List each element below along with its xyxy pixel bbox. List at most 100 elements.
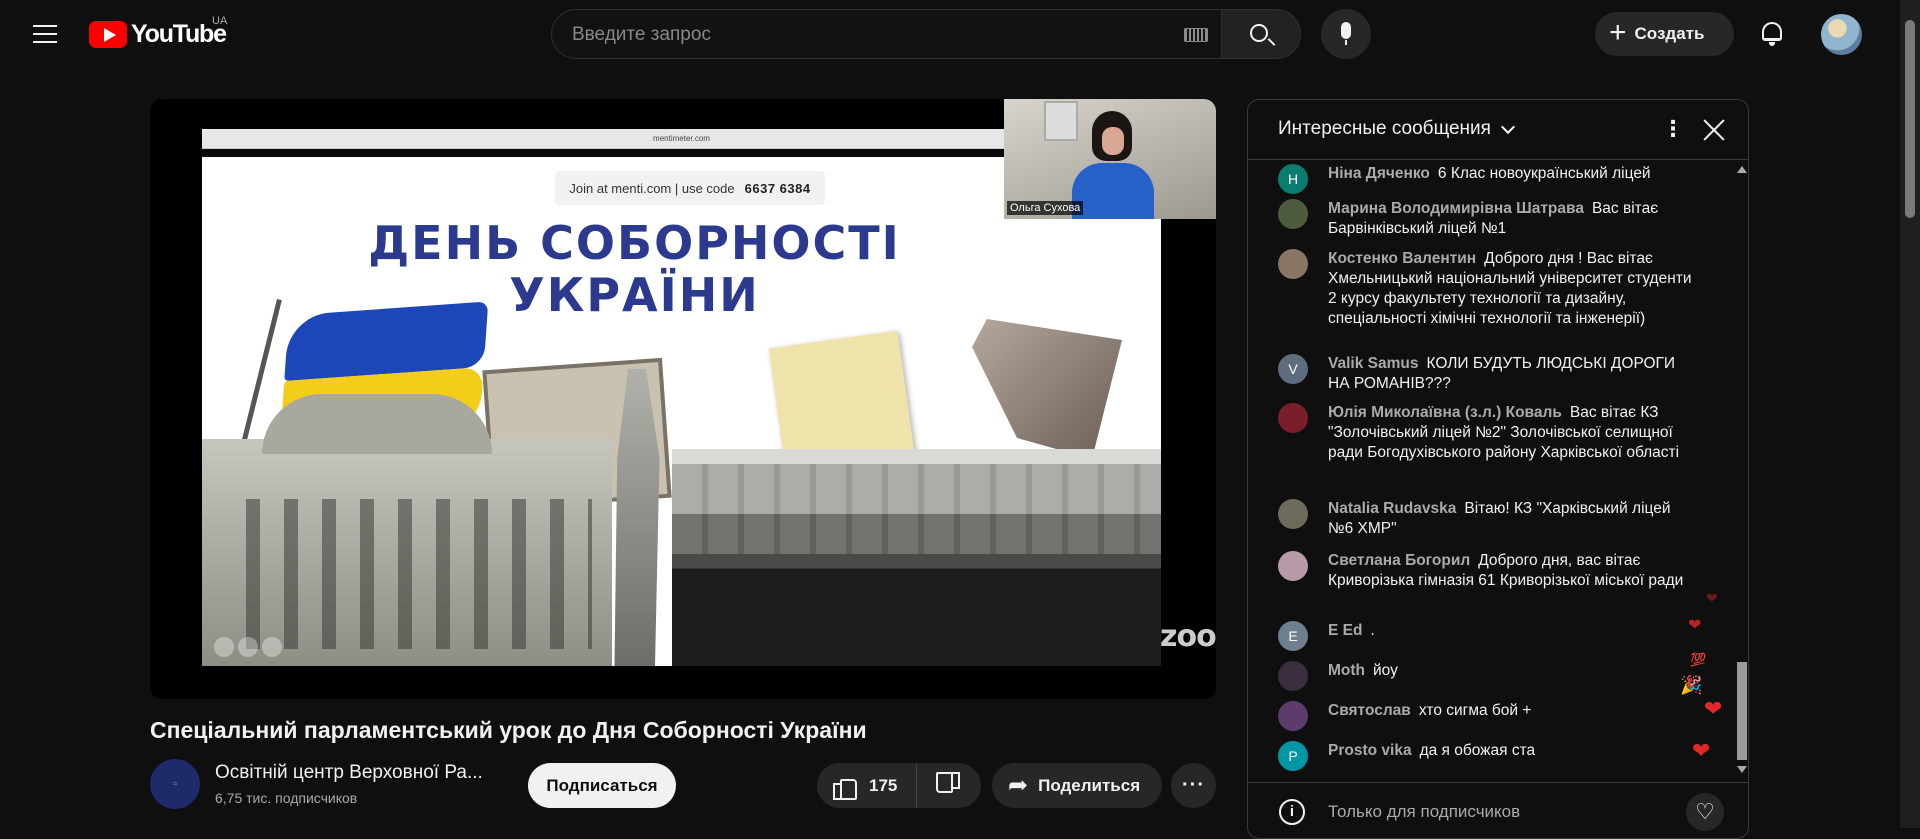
chat-author-avatar[interactable] [1278, 701, 1308, 731]
account-avatar[interactable] [1821, 14, 1862, 55]
chat-message-body: Prosto vika да я обожая ста [1328, 741, 1698, 771]
notifications-button[interactable] [1752, 14, 1792, 54]
channel-name[interactable]: Освітній центр Верховної Ра... [215, 762, 483, 784]
video-player[interactable]: mentimeter.com Join at menti.com | use c… [150, 99, 1216, 699]
chat-mode-dropdown[interactable]: Интересные сообщения [1278, 118, 1516, 140]
chat-message[interactable]: Марина Володимирівна Шатрава Вас вітає Ба… [1278, 199, 1698, 239]
chat-message[interactable]: E E Ed. [1278, 621, 1698, 651]
chat-author-avatar[interactable]: P [1278, 741, 1308, 771]
join-banner: Join at menti.com | use code 6637 6384 [555, 171, 825, 205]
chat-author-name[interactable]: Prosto vika [1328, 742, 1412, 759]
voice-search-button[interactable] [1321, 9, 1371, 59]
chat-scrollbar[interactable] [1736, 162, 1748, 778]
menu-button[interactable] [26, 18, 66, 50]
chat-message-body: Natalia Rudavska Вітаю! КЗ "Харківський л… [1328, 499, 1698, 539]
chat-author-avatar[interactable] [1278, 499, 1308, 529]
chat-message-body: Светлана Богорил Доброго дня, вас вітає К… [1328, 551, 1698, 591]
chat-message-body: E Ed. [1328, 621, 1698, 651]
chat-author-name[interactable]: Moth [1328, 662, 1365, 679]
chat-message[interactable]: V Valik Samus КОЛИ БУДУТЬ ЛЮДСЬКІ ДОРОГИ Н… [1278, 354, 1698, 394]
keyboard-icon[interactable] [1184, 28, 1208, 42]
create-button[interactable]: + Создать [1595, 12, 1734, 56]
share-icon: ➦ [1008, 771, 1029, 799]
subscribers-only-notice: Только для подписчиков [1328, 802, 1521, 821]
chat-author-avatar[interactable] [1278, 249, 1308, 279]
more-vertical-icon[interactable]: ⋮ [1661, 116, 1685, 144]
chat-message-body: Ніна Дяченко 6 Клас новоукраїнський ліцей [1328, 164, 1698, 194]
chat-message-text: . [1370, 622, 1375, 639]
chat-message-body: Марина Володимирівна Шатрава Вас вітає Ба… [1328, 199, 1698, 239]
page-scrollbar[interactable] [1900, 0, 1920, 828]
chat-message-list[interactable]: Н Ніна Дяченко 6 Клас новоукраїнський ліце… [1248, 160, 1736, 780]
chat-author-avatar[interactable] [1278, 403, 1308, 433]
youtube-logo[interactable]: YouTube [89, 20, 227, 49]
chat-author-avatar[interactable] [1278, 199, 1308, 229]
chat-author-name[interactable]: Марина Володимирівна Шатрава [1328, 200, 1584, 217]
building-image [202, 394, 612, 666]
more-actions-button[interactable]: ··· [1171, 763, 1216, 808]
chat-author-avatar[interactable]: E [1278, 621, 1308, 651]
chevron-down-icon [1500, 119, 1516, 134]
chat-author-avatar[interactable] [1278, 661, 1308, 691]
channel-avatar[interactable]: ⌂ [150, 759, 200, 809]
dislike-button[interactable] [917, 763, 981, 808]
like-count: 175 [869, 775, 898, 795]
share-button[interactable]: ➦ Поделиться [992, 763, 1162, 808]
speaker-video-tile: Ольга Сухова [1004, 99, 1216, 219]
chat-author-name[interactable]: Светлана Богорил [1328, 552, 1470, 569]
chat-header: Интересные сообщения ⋮ [1248, 100, 1748, 160]
chat-author-name[interactable]: Ніна Дяченко [1328, 165, 1430, 182]
chat-author-avatar[interactable]: V [1278, 354, 1308, 384]
like-dislike-group: 175 [817, 763, 981, 808]
chat-message-body: Valik Samus КОЛИ БУДУТЬ ЛЮДСЬКІ ДОРОГИ НА… [1328, 354, 1698, 394]
chat-message-text: 6 Клас новоукраїнський ліцей [1437, 165, 1651, 182]
search-button[interactable] [1221, 9, 1301, 59]
thumb-down-icon [938, 775, 960, 797]
chat-message[interactable]: Костенко Валентин Доброго дня ! Вас вітає… [1278, 249, 1698, 329]
chat-author-avatar[interactable] [1278, 551, 1308, 581]
close-icon[interactable] [1700, 116, 1728, 144]
chat-message[interactable]: Святослав хто сигма бой + [1278, 701, 1698, 731]
chat-message-body: Костенко Валентин Доброго дня ! Вас вітає… [1328, 249, 1698, 329]
info-icon[interactable]: i [1279, 799, 1305, 825]
chat-author-name[interactable]: Святослав [1328, 702, 1411, 719]
more-horizontal-icon: ··· [1182, 774, 1205, 796]
channel-logo-icon: ⌂ [173, 781, 177, 787]
chat-scrollbar-thumb[interactable] [1737, 662, 1747, 760]
chat-author-name[interactable]: Natalia Rudavska [1328, 500, 1456, 517]
scroll-down-arrow-icon[interactable] [1737, 766, 1747, 773]
page-scrollbar-thumb[interactable] [1905, 20, 1915, 218]
like-button[interactable]: 175 [817, 763, 917, 808]
youtube-play-icon [89, 21, 127, 48]
slide-controls [214, 637, 282, 657]
chat-message[interactable]: Юлія Миколаївна (з.л.) Коваль Вас вітає К… [1278, 403, 1698, 463]
slide-title: ДЕНЬ СОБОРНОСТІ УКРАЇНИ [368, 216, 901, 322]
chat-message[interactable]: Moth йоу [1278, 661, 1698, 691]
chat-message[interactable]: Н Ніна Дяченко 6 Клас новоукраїнський ліце… [1278, 164, 1698, 194]
chat-message-text: йоу [1373, 662, 1398, 679]
search-input[interactable] [572, 22, 1132, 48]
subscribe-button[interactable]: Подписаться [528, 763, 676, 808]
chat-message[interactable]: Светлана Богорил Доброго дня, вас вітає К… [1278, 551, 1698, 591]
create-label: Создать [1634, 24, 1705, 43]
chat-message-text: да я обожая ста [1419, 742, 1536, 759]
chat-author-name[interactable]: E Ed [1328, 622, 1362, 639]
chat-author-name[interactable]: Костенко Валентин [1328, 250, 1476, 267]
chat-message[interactable]: Natalia Rudavska Вітаю! КЗ "Харківський л… [1278, 499, 1698, 539]
shield-badge-image [972, 319, 1122, 459]
scroll-up-arrow-icon[interactable] [1737, 166, 1747, 173]
join-code: 6637 6384 [744, 180, 811, 196]
slide-collage [202, 299, 1161, 666]
search-icon [1250, 24, 1268, 42]
join-text: Join at menti.com | use code [569, 180, 735, 196]
chat-message[interactable]: P Prosto vika да я обожая ста [1278, 741, 1698, 771]
reaction-button[interactable]: ♡ [1686, 793, 1724, 831]
mic-icon [1341, 22, 1351, 45]
chat-author-avatar[interactable]: Н [1278, 164, 1308, 194]
chat-author-name[interactable]: Юлія Миколаївна (з.л.) Коваль [1328, 404, 1562, 421]
country-code: UA [212, 15, 228, 27]
subscriber-count: 6,75 тис. подписчиков [215, 790, 358, 806]
chat-author-name[interactable]: Valik Samus [1328, 355, 1418, 372]
chat-message-body: Moth йоу [1328, 661, 1698, 691]
heart-outline-icon: ♡ [1695, 799, 1715, 824]
